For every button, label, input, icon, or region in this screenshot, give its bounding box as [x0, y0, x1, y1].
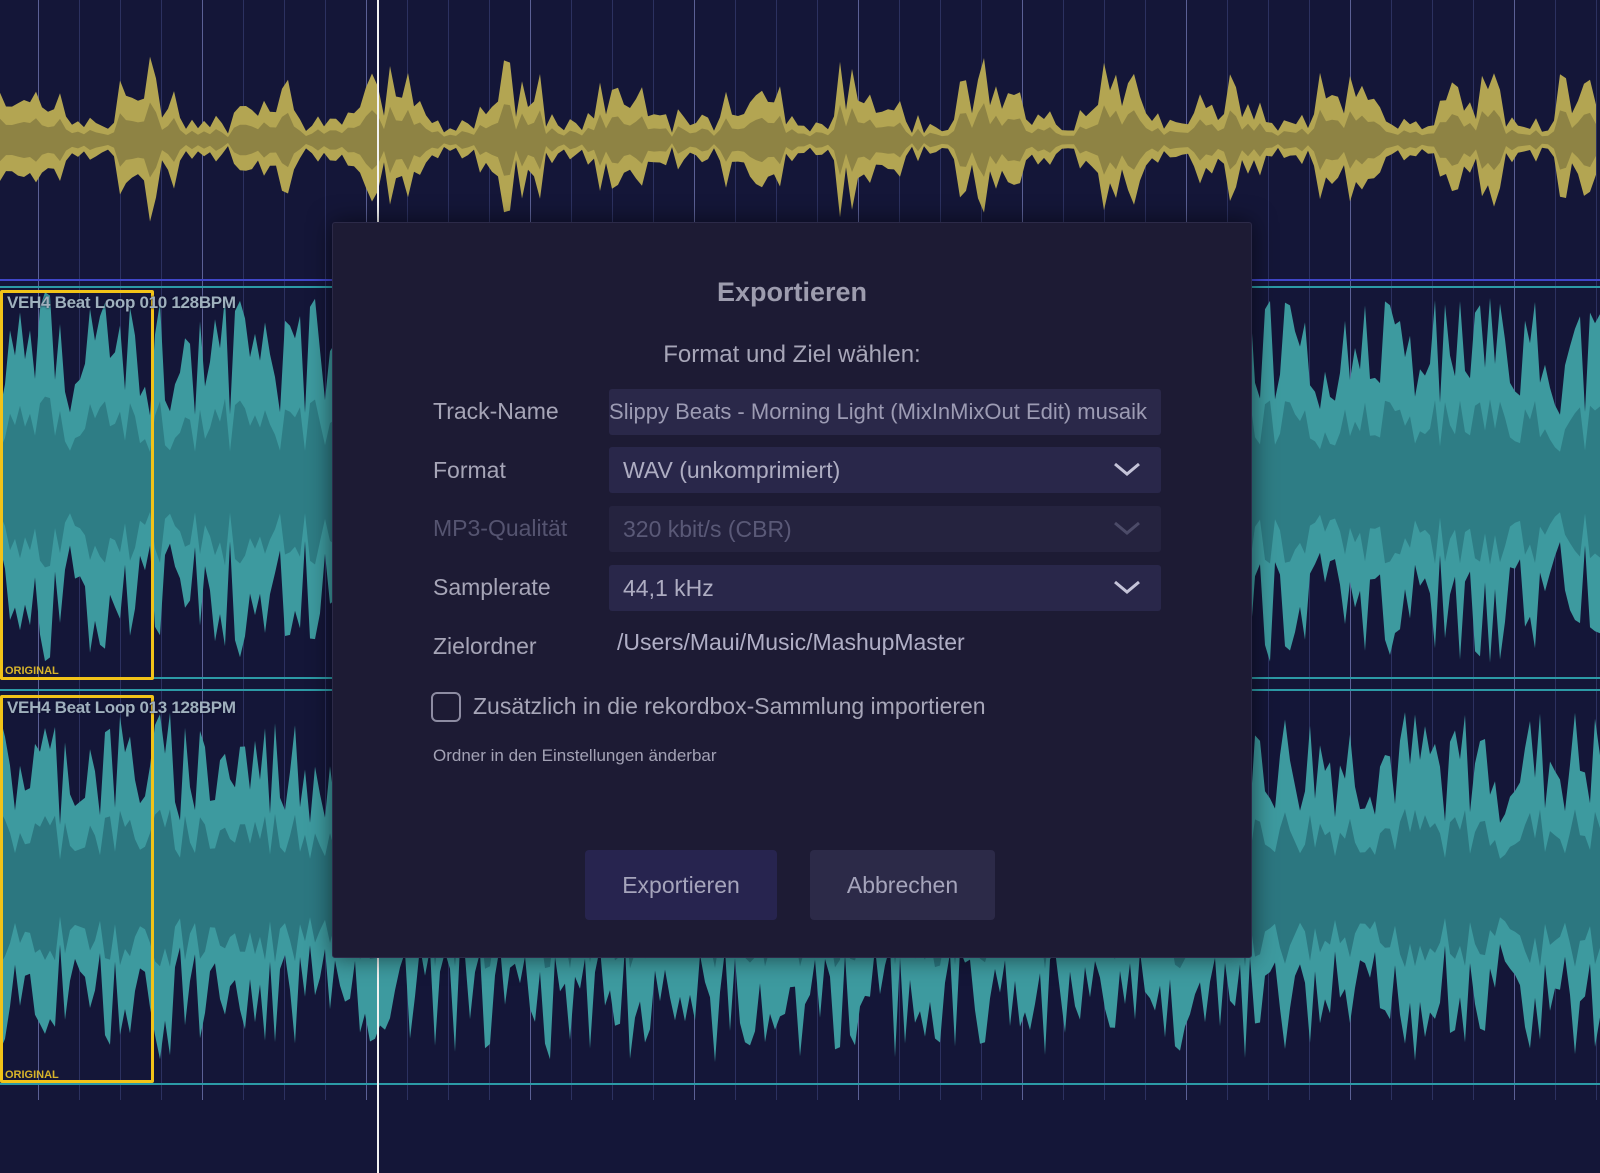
- clip-label-track-2: VEH4 Beat Loop 013 128BPM: [7, 698, 236, 717]
- clip-tag-track-1: ORIGINAL: [5, 665, 59, 677]
- import-checkbox[interactable]: [431, 692, 461, 722]
- dialog-title: Exportieren: [716, 277, 868, 307]
- clip-tag-track-2: ORIGINAL: [5, 1069, 59, 1081]
- destination-path[interactable]: /Users/Maui/Music/MashupMaster: [617, 629, 965, 656]
- track-name-input[interactable]: Slippy Beats - Morning Light (MixInMixOu…: [609, 389, 1161, 435]
- format-label: Format: [433, 457, 506, 483]
- chevron-down-icon: [1114, 521, 1140, 535]
- dialog-subtitle: Format und Ziel wählen:: [663, 341, 921, 368]
- loop-region-track-2[interactable]: [0, 695, 154, 1083]
- track-2-bottom-border: [0, 1083, 1600, 1085]
- export-dialog: Exportieren Format und Ziel wählen: Trac…: [332, 222, 1252, 958]
- track-name-value: Slippy Beats - Morning Light (MixInMixOu…: [609, 399, 1147, 424]
- clip-label-track-1: VEH4 Beat Loop 010 128BPM: [7, 293, 236, 312]
- mp3-quality-select: 320 kbit/s (CBR): [609, 506, 1161, 552]
- format-value: WAV (unkomprimiert): [623, 457, 841, 483]
- mp3-quality-label: MP3-Qualität: [433, 515, 568, 541]
- samplerate-select[interactable]: 44,1 kHz: [609, 565, 1161, 611]
- export-button[interactable]: Exportieren: [585, 850, 777, 920]
- cancel-button[interactable]: Abbrechen: [810, 850, 995, 920]
- mp3-quality-value: 320 kbit/s (CBR): [623, 516, 792, 542]
- samplerate-label: Samplerate: [433, 574, 551, 600]
- chevron-down-icon: [1114, 462, 1140, 476]
- settings-hint: Ordner in den Einstellungen änderbar: [433, 746, 717, 765]
- chevron-down-icon: [1114, 580, 1140, 594]
- format-select[interactable]: WAV (unkomprimiert): [609, 447, 1161, 493]
- destination-label: Zielordner: [433, 633, 537, 659]
- import-checkbox-label[interactable]: Zusätzlich in die rekordbox-Sammlung imp…: [473, 693, 986, 720]
- samplerate-value: 44,1 kHz: [623, 575, 714, 601]
- loop-region-track-1[interactable]: [0, 290, 154, 680]
- track-name-label: Track-Name: [433, 398, 559, 424]
